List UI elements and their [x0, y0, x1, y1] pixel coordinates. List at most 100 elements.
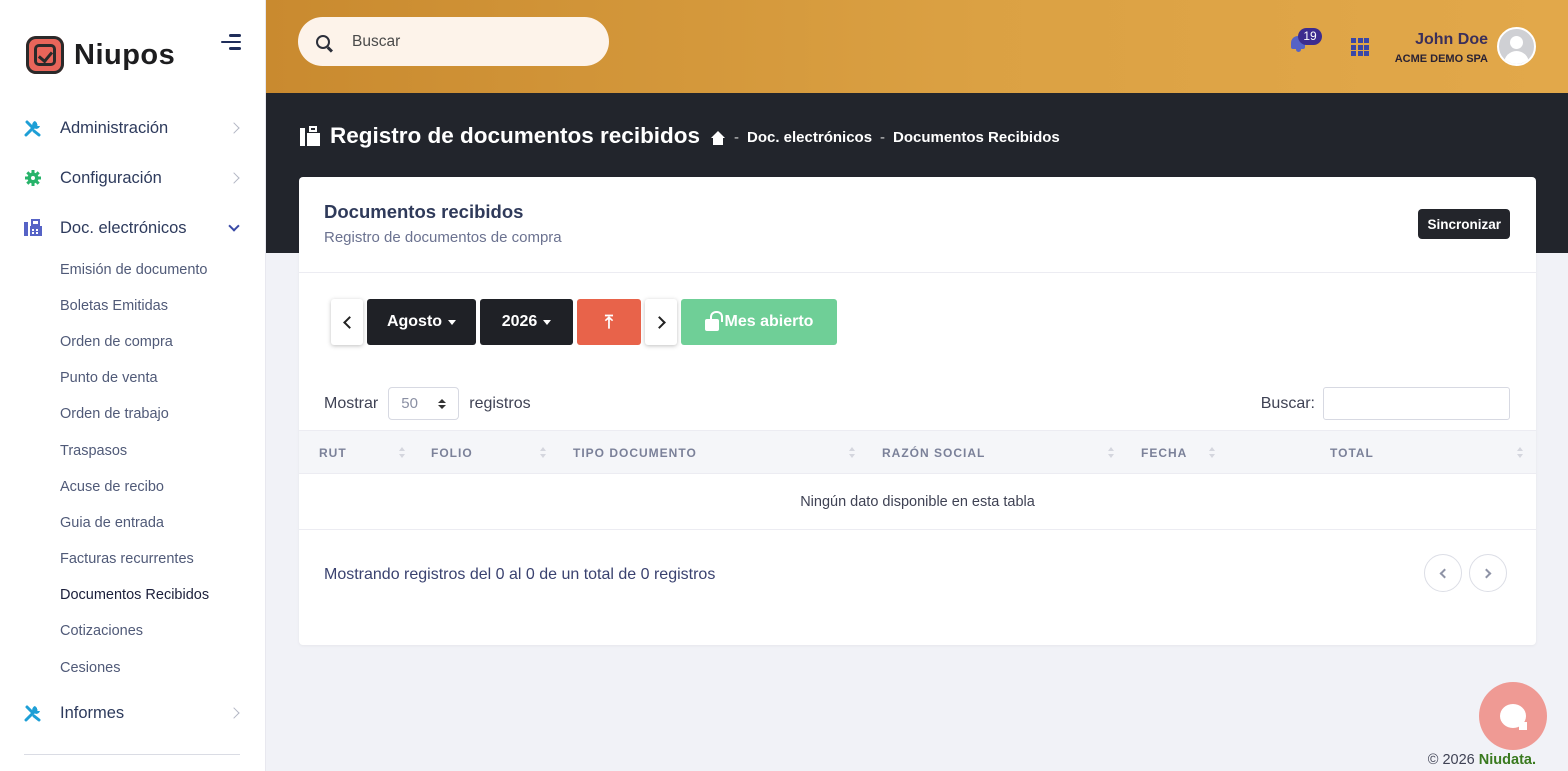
sidebar-subitem-cotizaciones[interactable]: Cotizaciones: [60, 623, 143, 639]
sidebar-item-label: Informes: [60, 703, 125, 722]
year-dropdown[interactable]: 2026: [480, 299, 573, 345]
sidebar-item-label: Configuración: [60, 168, 162, 187]
gear-icon: [24, 169, 42, 187]
column-header-razon-social[interactable]: RAZÓN SOCIAL: [882, 431, 985, 475]
sidebar-item-label: Doc. electrónicos: [60, 218, 187, 237]
column-header-folio[interactable]: FOLIO: [431, 431, 473, 475]
open-month-button[interactable]: Mes abierto: [681, 299, 837, 345]
user-company: ACME DEMO SPA: [1394, 53, 1488, 65]
caret-down-icon: [543, 319, 552, 325]
fax-icon: [24, 219, 42, 237]
table-search-label: Buscar:: [1260, 394, 1315, 412]
home-icon[interactable]: [710, 130, 726, 145]
chat-bubble-icon: [1500, 704, 1527, 730]
sidebar-item-configuracion[interactable]: Configuración: [24, 163, 244, 193]
user-name[interactable]: John Doe: [1415, 31, 1488, 49]
column-header-total[interactable]: TOTAL: [1330, 431, 1374, 475]
records-label: registros: [469, 394, 531, 412]
column-header-tipo-documento[interactable]: TIPO DOCUMENTO: [573, 431, 697, 475]
footer-company-link[interactable]: Niudata.: [1479, 752, 1536, 768]
chevron-down-icon: [228, 220, 240, 232]
chevron-left-icon: [1439, 568, 1450, 578]
period-toolbar: Agosto 2026 ⤒ Mes abierto: [331, 299, 837, 345]
breadcrumb-separator: -: [880, 129, 886, 146]
sidebar-subitem-boletas[interactable]: Boletas Emitidas: [60, 298, 168, 314]
sort-icon: [540, 447, 546, 459]
next-page-button[interactable]: [1469, 554, 1507, 592]
year-label: 2026: [501, 313, 538, 330]
page-title-group: Registro de documentos recibidos: [300, 123, 700, 149]
sidebar-item-doc-electronicos[interactable]: Doc. electrónicos: [24, 213, 244, 243]
card-title: Documentos recibidos: [324, 201, 524, 222]
notification-count-badge: 19: [1298, 28, 1322, 45]
breadcrumb-current: Documentos Recibidos: [893, 129, 1060, 146]
sidebar-subitem-emision[interactable]: Emisión de documento: [60, 262, 208, 278]
previous-page-button[interactable]: [1424, 554, 1462, 592]
sidebar: Niupos Administración Configuración Doc.…: [0, 0, 266, 771]
sort-icon: [399, 447, 405, 459]
page-title: Registro de documentos recibidos: [330, 123, 701, 148]
show-label: Mostrar: [324, 394, 379, 412]
table-header: RUT FOLIO TIPO DOCUMENTO RAZÓN SOCIAL FE…: [299, 430, 1536, 474]
sidebar-item-administracion[interactable]: Administración: [24, 113, 244, 143]
sidebar-subitem-traspasos[interactable]: Traspasos: [60, 443, 127, 459]
sidebar-subitem-punto-venta[interactable]: Punto de venta: [60, 370, 158, 386]
tools-icon: [24, 704, 42, 722]
next-month-button[interactable]: [645, 299, 677, 345]
breadcrumb-doc-electronicos[interactable]: Doc. electrónicos: [747, 129, 872, 146]
export-button[interactable]: ⤒: [577, 299, 641, 345]
sidebar-item-informes[interactable]: Informes: [24, 698, 244, 728]
table-info: Mostrando registros del 0 al 0 de un tot…: [324, 566, 716, 583]
sort-icon: [1517, 447, 1523, 459]
documents-table: RUT FOLIO TIPO DOCUMENTO RAZÓN SOCIAL FE…: [299, 430, 1536, 530]
sidebar-subitem-orden-compra[interactable]: Orden de compra: [60, 334, 173, 350]
tools-icon: [24, 119, 42, 137]
page-size-select[interactable]: 50: [388, 387, 460, 420]
previous-month-button[interactable]: [331, 299, 363, 345]
chevron-right-icon: [652, 315, 666, 329]
fax-icon: [300, 126, 320, 146]
sidebar-subitem-guia[interactable]: Guia de entrada: [60, 515, 164, 531]
chat-button[interactable]: [1479, 682, 1547, 750]
top-header: 19 John Doe ACME DEMO SPA: [266, 0, 1568, 93]
sort-icon: [849, 447, 855, 459]
sort-icon: [1108, 447, 1114, 459]
search-input[interactable]: [352, 32, 592, 51]
export-icon: ⤒: [605, 311, 613, 332]
global-search[interactable]: [298, 17, 609, 66]
search-icon: [316, 34, 330, 49]
breadcrumb-separator: -: [734, 129, 739, 146]
footer-copyright: © 2026: [1427, 752, 1475, 768]
brand-logo[interactable]: Niupos: [26, 36, 175, 74]
logo-icon: [26, 36, 64, 74]
pagination: [1424, 554, 1507, 592]
month-dropdown[interactable]: Agosto: [367, 299, 476, 345]
footer: © 2026 Niudata.: [1428, 752, 1536, 768]
column-header-fecha[interactable]: FECHA: [1141, 431, 1187, 475]
sidebar-item-label: Administración: [60, 118, 169, 137]
chevron-left-icon: [342, 315, 356, 329]
sidebar-subitem-acuse[interactable]: Acuse de recibo: [60, 479, 164, 495]
sidebar-divider: [24, 754, 240, 755]
menu-toggle-icon[interactable]: [221, 34, 241, 50]
apps-grid-icon[interactable]: [1351, 38, 1369, 56]
avatar[interactable]: [1497, 27, 1536, 66]
brand-name: Niupos: [74, 38, 176, 71]
table-search-input[interactable]: [1323, 387, 1510, 420]
card-subtitle: Registro de documentos de compra: [324, 229, 562, 246]
chevron-right-icon: [228, 172, 240, 184]
table-filter: Buscar:: [1261, 387, 1510, 420]
sidebar-subitem-documentos-recibidos[interactable]: Documentos Recibidos: [60, 587, 209, 603]
chevron-right-icon: [1481, 568, 1492, 578]
month-label: Agosto: [386, 313, 443, 330]
sidebar-subitem-cesiones[interactable]: Cesiones: [60, 660, 120, 676]
breadcrumb: - Doc. electrónicos - Documentos Recibid…: [710, 129, 1060, 146]
sidebar-subitem-orden-trabajo[interactable]: Orden de trabajo: [60, 406, 169, 422]
chevron-right-icon: [228, 707, 240, 719]
caret-down-icon: [448, 319, 457, 325]
sidebar-subitem-facturas-recurrentes[interactable]: Facturas recurrentes: [60, 551, 194, 567]
sync-button[interactable]: Sincronizar: [1418, 209, 1510, 239]
column-header-rut[interactable]: RUT: [319, 431, 347, 475]
select-arrows-icon: [438, 398, 447, 409]
card-header: Documentos recibidos Registro de documen…: [299, 177, 1536, 273]
